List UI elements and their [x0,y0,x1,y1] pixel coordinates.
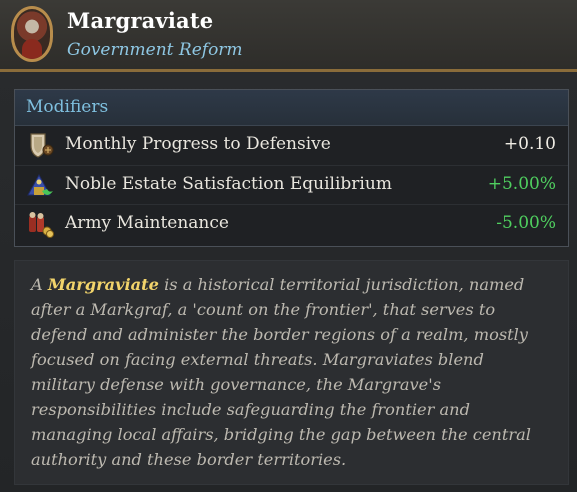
tooltip-header: Margraviate Government Reform [0,0,577,72]
modifiers-header: Modifiers [15,90,568,126]
army-maintenance-icon [29,212,54,238]
reform-description: A Margraviate is a historical territoria… [14,260,569,485]
description-prefix: A [31,275,48,294]
modifier-row-army-maintenance[interactable]: Army Maintenance -5.00% [15,204,568,242]
description-body: is a historical territorial jurisdiction… [31,275,531,469]
reform-subtitle: Government Reform [67,40,243,60]
description-highlight: Margraviate [47,275,159,294]
modifiers-panel: Modifiers Monthly Progress to Defensive … [14,89,569,247]
government-reform-tooltip: Margraviate Government Reform Modifiers … [0,0,577,492]
modifier-row-noble-estate[interactable]: Noble Estate Satisfaction Equilibrium +5… [15,165,568,203]
modifier-label: Army Maintenance [65,213,229,233]
modifier-label: Noble Estate Satisfaction Equilibrium [65,174,392,194]
margrave-portrait-icon [11,6,53,62]
modifier-label: Monthly Progress to Defensive [65,134,331,154]
noble-estate-icon [27,173,53,196]
modifier-row-defensive[interactable]: Monthly Progress to Defensive +0.10 [15,126,568,164]
reform-title: Margraviate [67,8,214,33]
shield-defensive-icon [30,133,54,158]
modifiers-heading: Modifiers [26,97,109,117]
modifier-value: +0.10 [503,134,556,154]
modifier-value: -5.00% [496,213,556,233]
modifier-value: +5.00% [487,174,556,194]
